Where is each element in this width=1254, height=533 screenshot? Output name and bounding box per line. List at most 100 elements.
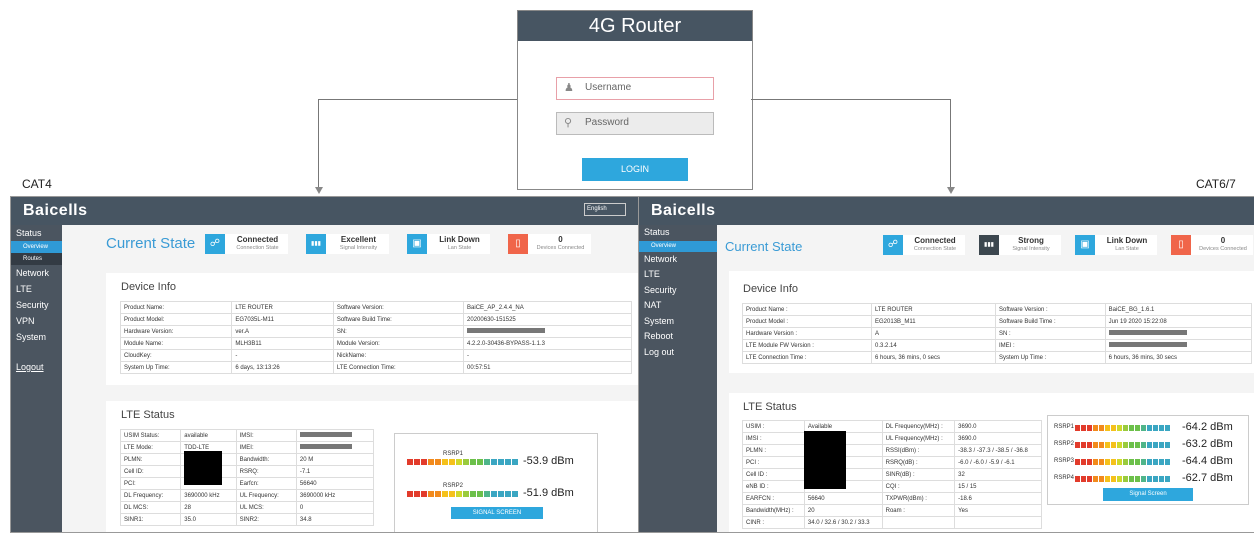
field-label: System Up Time : bbox=[994, 351, 1106, 364]
field-value: ver.A bbox=[231, 325, 334, 338]
nav-item-system[interactable]: System bbox=[11, 329, 62, 345]
nav-item-vpn[interactable]: VPN bbox=[11, 313, 62, 329]
arrow-down-icon bbox=[947, 187, 955, 194]
baicells-logo: Baicells bbox=[23, 202, 88, 219]
signal-strength-panel: RSRP1 -64.2 dBm RSRP2 -63.2 dBm RSRP3 -64.4 d… bbox=[1047, 415, 1249, 505]
lan-icon: ▣ bbox=[1075, 235, 1095, 255]
device-info-heading: Device Info bbox=[743, 283, 799, 295]
kpi-value: Connected bbox=[236, 235, 279, 244]
nav-item-routes[interactable]: Routes bbox=[11, 253, 62, 265]
arrow-down-icon bbox=[315, 187, 323, 194]
password-input[interactable]: ⚲ Password bbox=[556, 112, 714, 135]
field-value: available bbox=[180, 429, 237, 442]
field-value: EG2013B_M11 bbox=[870, 315, 996, 328]
nav-item-logout[interactable]: Logout bbox=[11, 359, 62, 375]
field-value: -18.6 bbox=[954, 492, 1042, 505]
kpi-value: 0 bbox=[1220, 236, 1226, 245]
field-label: USIM : bbox=[742, 420, 805, 433]
redacted-value bbox=[467, 328, 546, 334]
kpi-tile: ☍ Connected Connection State bbox=[883, 235, 965, 255]
field-label: USIM Status: bbox=[119, 429, 182, 442]
kpi-value: 0 bbox=[558, 235, 563, 244]
kpi-tile: ▣ Link Down Lan State bbox=[407, 234, 490, 254]
baicells-logo: Baicells bbox=[651, 202, 716, 219]
redacted-value bbox=[299, 444, 352, 450]
field-label: Module Version: bbox=[332, 337, 465, 350]
nav-item-log-out[interactable]: Log out bbox=[639, 345, 717, 361]
field-label: IMSI: bbox=[235, 429, 297, 442]
kpi-value: Excellent bbox=[340, 235, 377, 244]
lte-status-card: LTE Status USIM Status: available IMSI: LTE… bbox=[106, 401, 650, 532]
nav-item-network[interactable]: Network bbox=[639, 252, 717, 268]
nav-item-network[interactable]: Network bbox=[11, 265, 62, 281]
field-label: LTE Connection Time : bbox=[742, 351, 872, 364]
language-select[interactable]: English bbox=[584, 203, 626, 216]
field-value: 56640 bbox=[295, 477, 375, 490]
device-info-card: Device Info Product Name: LTE ROUTER Softw… bbox=[106, 273, 650, 385]
field-label: CloudKey: bbox=[119, 349, 233, 362]
redacted-block bbox=[184, 451, 222, 485]
nav-item-nat[interactable]: NAT bbox=[639, 298, 717, 314]
main-content: Current State Device Info Product Name: L… bbox=[62, 225, 656, 532]
nav-item-security[interactable]: Security bbox=[639, 283, 717, 299]
signal-icon: ▮▮▮ bbox=[979, 235, 999, 255]
nav-item-overview[interactable]: Overview bbox=[11, 241, 62, 253]
table-row: PLMN: Bandwidth: 20 M bbox=[119, 453, 375, 466]
kpi-label: Lan State bbox=[1115, 246, 1139, 252]
field-label: Software Version : bbox=[994, 303, 1106, 316]
field-value: LTE ROUTER bbox=[870, 303, 996, 316]
field-value: A bbox=[870, 327, 996, 340]
nav-item-security[interactable]: Security bbox=[11, 297, 62, 313]
nav-item-lte[interactable]: LTE bbox=[11, 281, 62, 297]
field-value bbox=[1104, 327, 1253, 340]
field-label: UL Frequency: bbox=[235, 489, 297, 502]
connector-line-right bbox=[751, 99, 950, 100]
top-bar: Baicells English bbox=[11, 197, 656, 225]
table-row: PLMN : RSSI(dBm) : -38.3 / -37.3 / -38.5 /… bbox=[742, 444, 1042, 457]
kpi-tile: ▯ 0 Devices Connected bbox=[1171, 235, 1253, 255]
login-button[interactable]: LOGIN bbox=[582, 158, 688, 181]
field-value: Jun 19 2020 15:22:08 bbox=[1104, 315, 1253, 328]
signal-bar bbox=[1075, 425, 1171, 431]
sidebar: Status Overview Routes Network LTE Security VP… bbox=[11, 225, 62, 532]
field-label: Hardware Version: bbox=[119, 325, 233, 338]
page-title: Current State bbox=[106, 235, 196, 252]
nav-item-system[interactable]: System bbox=[639, 314, 717, 330]
field-label: SINR1: bbox=[119, 513, 182, 526]
field-label: LTE Mode: bbox=[119, 441, 182, 454]
signal-label: RSRP2 bbox=[443, 483, 464, 489]
field-label: Module Name: bbox=[119, 337, 233, 350]
nav-item-status[interactable]: Status bbox=[639, 225, 717, 241]
signal-label: RSRP1 bbox=[1054, 424, 1075, 430]
lte-status-heading: LTE Status bbox=[743, 401, 797, 413]
nav-item-status[interactable]: Status bbox=[11, 225, 62, 241]
nav-item-reboot[interactable]: Reboot bbox=[639, 329, 717, 345]
field-value: -38.3 / -37.3 / -38.5 / -36.8 bbox=[954, 444, 1042, 457]
table-row: USIM Status: available IMSI: bbox=[119, 429, 375, 442]
username-placeholder: Username bbox=[585, 82, 632, 93]
table-row: Hardware Version : A SN : bbox=[742, 327, 1253, 340]
table-row: eNB ID : CQI :15 / 15 bbox=[742, 480, 1042, 493]
table-row: SINR1: 35.0 SINR2: 34.8 bbox=[119, 513, 375, 526]
field-value: -6.0 / -6.0 / -5.9 / -6.1 bbox=[954, 456, 1042, 469]
field-value: 34.8 bbox=[295, 513, 375, 526]
field-label: Cell ID : bbox=[742, 468, 805, 481]
field-label: SINR(dB) : bbox=[881, 468, 956, 481]
table-row: System Up Time: 6 days, 13:13:26 LTE Conne… bbox=[119, 361, 632, 374]
signal-screen-button[interactable]: Signal Screen bbox=[1103, 488, 1193, 501]
signal-bar bbox=[1075, 442, 1171, 448]
connector-line-left bbox=[318, 99, 517, 100]
field-value bbox=[463, 325, 632, 338]
nav-item-overview[interactable]: Overview bbox=[639, 240, 717, 252]
kpi-label: Devices Connected bbox=[1199, 246, 1247, 252]
field-label: Product Model: bbox=[119, 313, 233, 326]
username-input[interactable]: ♟ Username bbox=[556, 77, 714, 100]
field-label: LTE Module FW Version : bbox=[742, 339, 872, 352]
signal-label: RSRP4 bbox=[1054, 475, 1075, 481]
lte-status-table: USIM Status: available IMSI: LTE Mode: TDD-L… bbox=[119, 429, 375, 526]
field-label bbox=[881, 516, 956, 529]
signal-screen-button[interactable]: SIGNAL SCREEN bbox=[451, 507, 543, 519]
nav-item-lte[interactable]: LTE bbox=[639, 267, 717, 283]
redacted-value bbox=[1108, 330, 1187, 336]
table-row: CINR :34.0 / 32.6 / 30.2 / 33.3 bbox=[742, 516, 1042, 529]
